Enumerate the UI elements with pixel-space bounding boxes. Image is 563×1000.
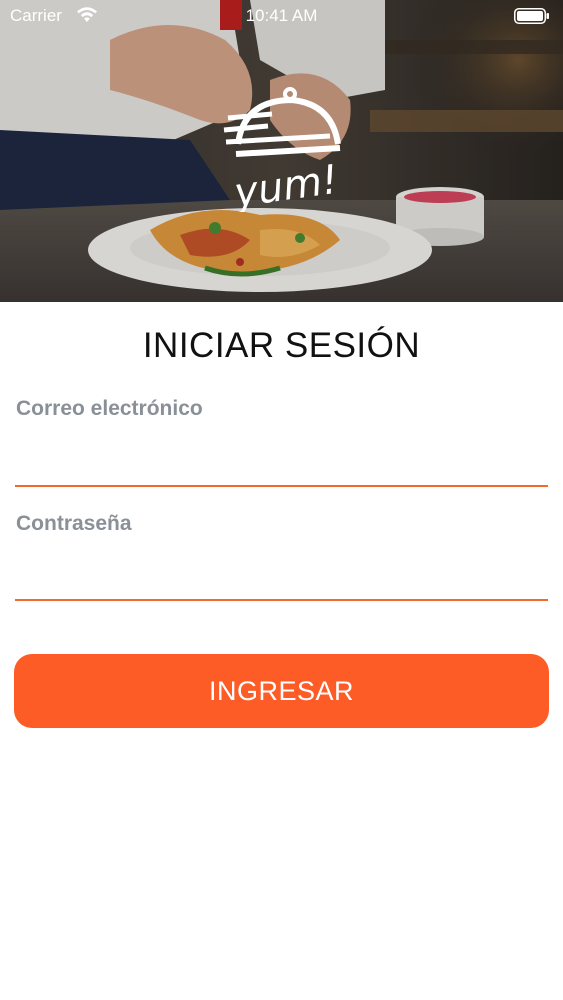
password-field[interactable]	[15, 559, 548, 601]
logo-text: yum!	[230, 157, 340, 212]
email-label: Correo electrónico	[16, 397, 203, 420]
login-screen: Carrier 10:41 AM yum! INICIAR SESIÓN Cor…	[0, 0, 563, 1000]
hero-image: Carrier 10:41 AM yum!	[0, 0, 563, 302]
page-title: INICIAR SESIÓN	[142, 326, 421, 365]
login-button[interactable]: INGRESAR	[14, 654, 549, 728]
status-bar: Carrier 10:41 AM	[0, 0, 563, 32]
status-time: 10:41 AM	[245, 6, 318, 25]
yum-logo-icon: yum!	[223, 87, 341, 212]
email-field[interactable]	[15, 445, 548, 487]
battery-icon	[514, 8, 549, 24]
password-label: Contraseña	[16, 512, 132, 535]
